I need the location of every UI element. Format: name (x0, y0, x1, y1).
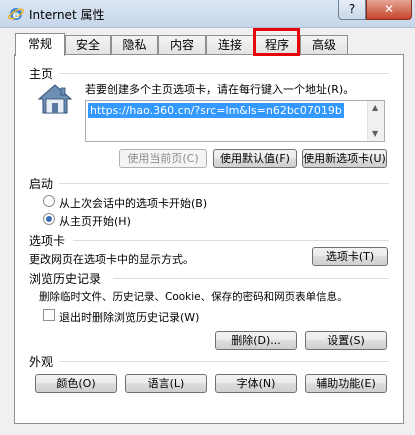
delete-on-exit-label: 退出时删除浏览历史记录(W) (59, 311, 200, 324)
startup-section-title: 启动 (29, 177, 54, 191)
fonts-button[interactable]: 字体(N) (215, 374, 297, 393)
homepage-section-title: 主页 (29, 67, 54, 81)
tabs-section-text: 更改网页在选项卡中的显示方式。 (29, 253, 194, 266)
tabs-section-title: 选项卡 (29, 234, 66, 248)
history-settings-button[interactable]: 设置(S) (305, 331, 387, 350)
highlight-box (253, 28, 300, 56)
window-title: Internet 属性 (29, 8, 105, 22)
use-default-button[interactable]: 使用默认值(F) (213, 149, 297, 168)
divider (59, 361, 389, 362)
divider (73, 240, 389, 241)
delete-history-button[interactable]: 删除(D)... (215, 331, 297, 350)
homepage-url-textarea[interactable]: https://hao.360.cn/?src=lm&ls=n62bc07019… (85, 100, 385, 142)
divider (59, 73, 389, 74)
homepage-hint: 若要创建多个主页选项卡，请在每行键入一个地址(R)。 (85, 83, 355, 96)
tabs-settings-button[interactable]: 选项卡(T) (312, 247, 388, 266)
home-icon (37, 84, 73, 114)
tab-connections[interactable]: 连接 (206, 35, 254, 55)
divider (113, 278, 389, 279)
svg-text:e: e (13, 10, 20, 21)
radio-start-homepage-label: 从主页开始(H) (59, 215, 131, 228)
homepage-url-text: https://hao.360.cn/?src=lm&ls=n62bc07019… (88, 103, 344, 118)
tab-general[interactable]: 常规 (15, 33, 65, 56)
close-button[interactable]: ✕ (366, 0, 412, 20)
scroll-down-icon[interactable]: ▼ (372, 129, 378, 138)
colors-button[interactable]: 颜色(O) (35, 374, 117, 393)
internet-explorer-icon: e (8, 8, 24, 21)
radio-start-last-session-label: 从上次会话中的选项卡开始(B) (59, 197, 208, 210)
url-scrollbar[interactable]: ▲ ▼ (367, 101, 384, 141)
general-panel: 主页 若要创建多个主页选项卡，请在每行键入一个地址(R)。 https://ha… (14, 54, 404, 424)
help-button[interactable]: ? (338, 0, 366, 20)
tab-advanced[interactable]: 高级 (300, 35, 348, 55)
radio-start-last-session[interactable] (43, 195, 55, 207)
tab-content[interactable]: 内容 (158, 35, 206, 55)
history-section-title: 浏览历史记录 (29, 272, 102, 286)
accessibility-button[interactable]: 辅助功能(E) (305, 374, 387, 393)
scroll-up-icon[interactable]: ▲ (372, 103, 378, 112)
delete-on-exit-checkbox[interactable] (43, 309, 55, 321)
languages-button[interactable]: 语言(L) (125, 374, 207, 393)
history-text: 删除临时文件、历史记录、Cookie、保存的密码和网页表单信息。 (39, 291, 348, 303)
divider (59, 183, 389, 184)
tab-security[interactable]: 安全 (65, 35, 111, 55)
title-bar: e Internet 属性 ? ✕ (0, 0, 415, 28)
radio-start-homepage[interactable] (43, 213, 55, 225)
tab-privacy[interactable]: 隐私 (111, 35, 158, 55)
use-current-button[interactable]: 使用当前页(C) (119, 149, 207, 168)
use-new-tab-button[interactable]: 使用新选项卡(U) (302, 149, 387, 168)
appearance-section-title: 外观 (29, 355, 54, 369)
